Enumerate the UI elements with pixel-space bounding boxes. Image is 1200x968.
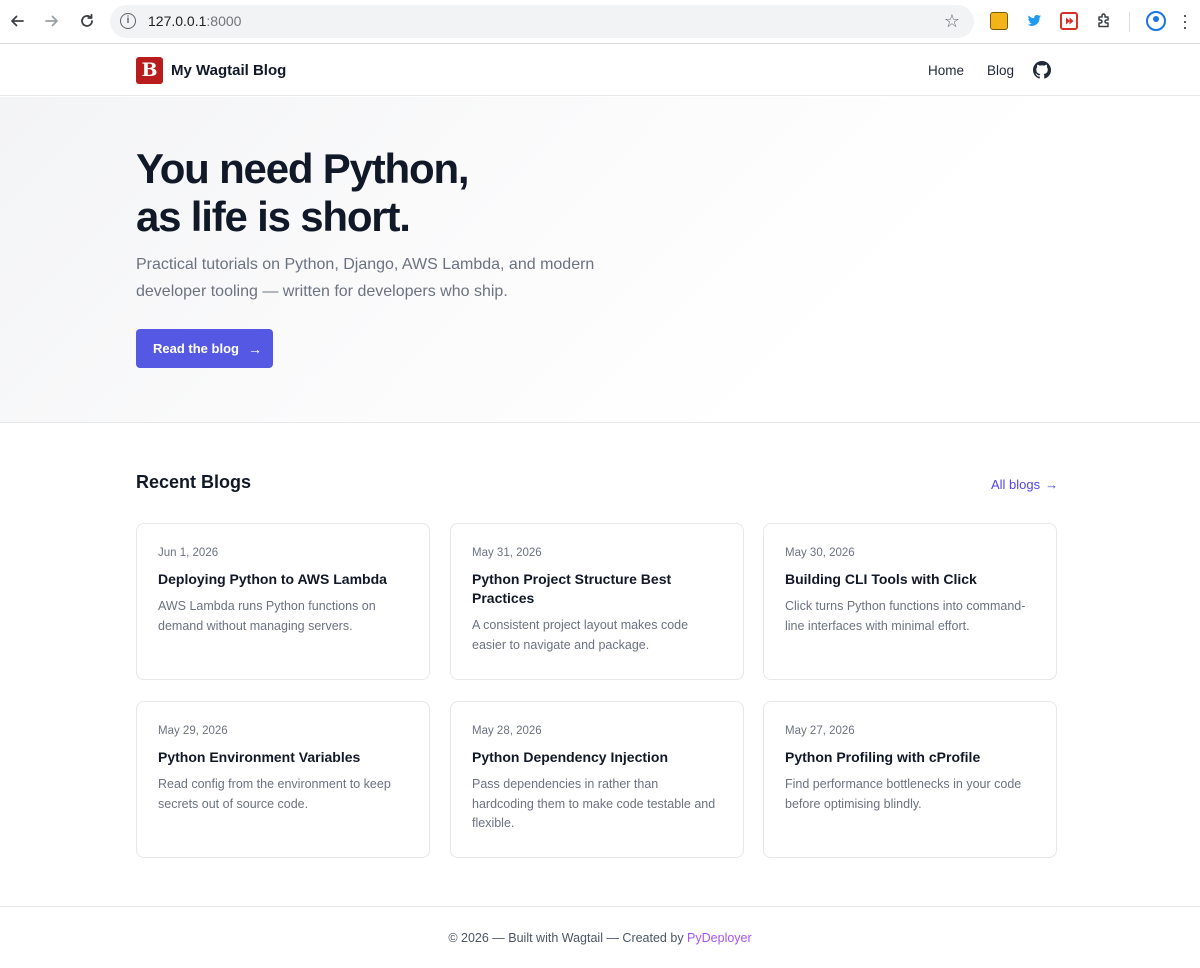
blog-card-title[interactable]: Python Profiling with cProfile [785,748,1035,767]
blog-card[interactable]: May 28, 2026 Python Dependency Injection… [450,701,744,858]
footer-pydeployer-link[interactable]: PyDeployer [687,931,752,945]
blog-card-excerpt: Pass dependencies in rather than hardcod… [472,777,716,830]
blog-card-title[interactable]: Python Dependency Injection [472,748,722,767]
browser-toolbar: i 127.0.0.1:8000 ☆ · · · [0,0,1200,44]
arrow-right-icon: → [247,340,262,357]
blog-card-date: May 29, 2026 [158,725,228,737]
bookmark-star-icon[interactable]: ☆ [944,11,960,32]
toolbar-divider [1129,12,1130,32]
site-header: B My Wagtail Blog Home Blog [0,44,1200,96]
profile-avatar-icon[interactable] [1146,11,1166,31]
reload-icon[interactable] [74,8,100,34]
hero-title-line2: as life is short. [136,193,411,240]
blog-card-date: May 31, 2026 [472,547,542,559]
footer-copyright: © 2026 — Built with Wagtail — Created by [448,931,688,945]
blog-card-excerpt: Find performance bottlenecks in your cod… [785,777,1022,811]
hero-title: You need Python, as life is short. [136,145,470,241]
read-blog-button[interactable]: Read the blog → [136,329,273,368]
blog-card[interactable]: May 31, 2026 Python Project Structure Be… [450,523,744,680]
hero-title-line1: You need Python, [136,145,470,192]
all-blogs-label: All blogs [991,477,1041,492]
site-info-icon[interactable]: i [120,13,136,29]
nav-home-link[interactable]: Home [928,63,964,78]
blog-card-excerpt: Click turns Python functions into comman… [785,599,1026,633]
blog-card[interactable]: May 29, 2026 Python Environment Variable… [136,701,430,858]
back-arrow-icon[interactable] [4,8,30,34]
blog-card[interactable]: May 27, 2026 Python Profiling with cProf… [763,701,1057,858]
hero-subtitle: Practical tutorials on Python, Django, A… [136,256,595,300]
blog-card-excerpt: A consistent project layout makes code e… [472,618,689,652]
forward-arrow-icon[interactable] [39,8,65,34]
extension-icon[interactable] [990,12,1008,30]
github-icon[interactable] [1033,61,1051,79]
recent-blogs-heading: Recent Blogs [136,472,252,492]
site-logo[interactable]: B [136,57,163,84]
read-blog-button-label: Read the blog [153,341,239,356]
site-brand[interactable]: My Wagtail Blog [171,62,286,79]
twitter-bird-icon[interactable] [1025,12,1043,30]
extensions-puzzle-icon[interactable] [1095,12,1113,30]
url-port: :8000 [206,13,242,29]
footer-text: © 2026 — Built with Wagtail — Created by… [0,931,1200,945]
url-text: 127.0.0.1:8000 [148,13,241,29]
browser-menu-icon[interactable]: · · · [1182,6,1188,36]
blog-card[interactable]: May 30, 2026 Building CLI Tools with Cli… [763,523,1057,680]
blog-card-title[interactable]: Python Project Structure Best Practices [472,570,722,608]
blog-card-date: Jun 1, 2026 [158,547,219,559]
url-host: 127.0.0.1 [148,13,207,29]
blog-card-date: May 30, 2026 [785,547,855,559]
blog-card-title[interactable]: Building CLI Tools with Click [785,570,1035,589]
media-extension-icon[interactable] [1060,12,1078,30]
blog-card-date: May 27, 2026 [785,725,855,737]
blog-card-excerpt: AWS Lambda runs Python functions on dema… [158,599,376,633]
blog-card[interactable]: Jun 1, 2026 Deploying Python to AWS Lamb… [136,523,430,680]
blog-card-date: May 28, 2026 [472,725,542,737]
hero-section: You need Python, as life is short. Pract… [0,97,1200,423]
address-bar[interactable]: i 127.0.0.1:8000 ☆ [110,5,974,38]
nav-blog-link[interactable]: Blog [987,63,1014,78]
blog-card-excerpt: Read config from the environment to keep… [158,777,391,811]
blog-card-title[interactable]: Python Environment Variables [158,748,408,767]
all-blogs-link[interactable]: All blogs → [991,477,1058,492]
site-footer: © 2026 — Built with Wagtail — Created by… [0,906,1200,968]
blog-card-title[interactable]: Deploying Python to AWS Lambda [158,570,408,589]
arrow-right-icon: → [1045,477,1059,492]
